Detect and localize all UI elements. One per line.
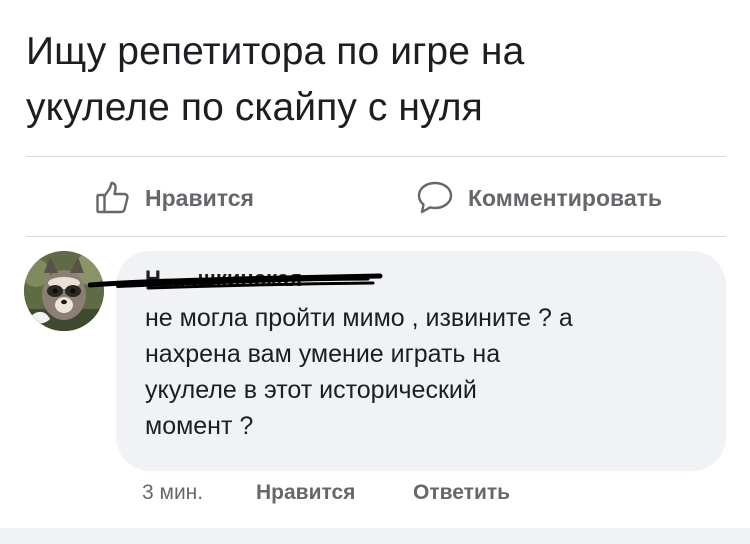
comment-label: Комментировать — [468, 184, 663, 211]
post-text: Ищу репетитора по игре на укулеле по ска… — [26, 24, 726, 136]
bottom-separator — [0, 528, 750, 544]
comment-button[interactable]: Комментировать — [416, 176, 662, 220]
like-button[interactable]: Нравится — [95, 176, 254, 220]
post-text-line: Ищу репетитора по игре на — [26, 30, 525, 73]
divider — [26, 236, 726, 237]
raccoon-avatar-icon — [24, 251, 104, 331]
like-label: Нравится — [145, 184, 254, 211]
comment-line: нахрена вам умение играть на — [145, 340, 501, 368]
comment-line: не могла пройти мимо , извините ? а — [145, 304, 573, 332]
thumbs-up-icon — [95, 180, 131, 216]
avatar[interactable] — [24, 251, 104, 331]
post-text-line: укулеле по скайпу с нуля — [26, 86, 483, 129]
comment-author[interactable]: Н......шкинская — [145, 266, 302, 292]
comment-reply-button[interactable]: Ответить — [413, 479, 510, 507]
speech-bubble-icon — [416, 180, 454, 216]
comment-timestamp[interactable]: 3 мин. — [142, 479, 203, 507]
comment-line: укулеле в этот исторический — [145, 376, 477, 404]
comment-line: момент ? — [145, 412, 254, 440]
divider — [26, 156, 726, 157]
comment-like-button[interactable]: Нравится — [256, 479, 355, 507]
comment-text: не могла пройти мимо , извините ? а нахр… — [145, 300, 710, 444]
